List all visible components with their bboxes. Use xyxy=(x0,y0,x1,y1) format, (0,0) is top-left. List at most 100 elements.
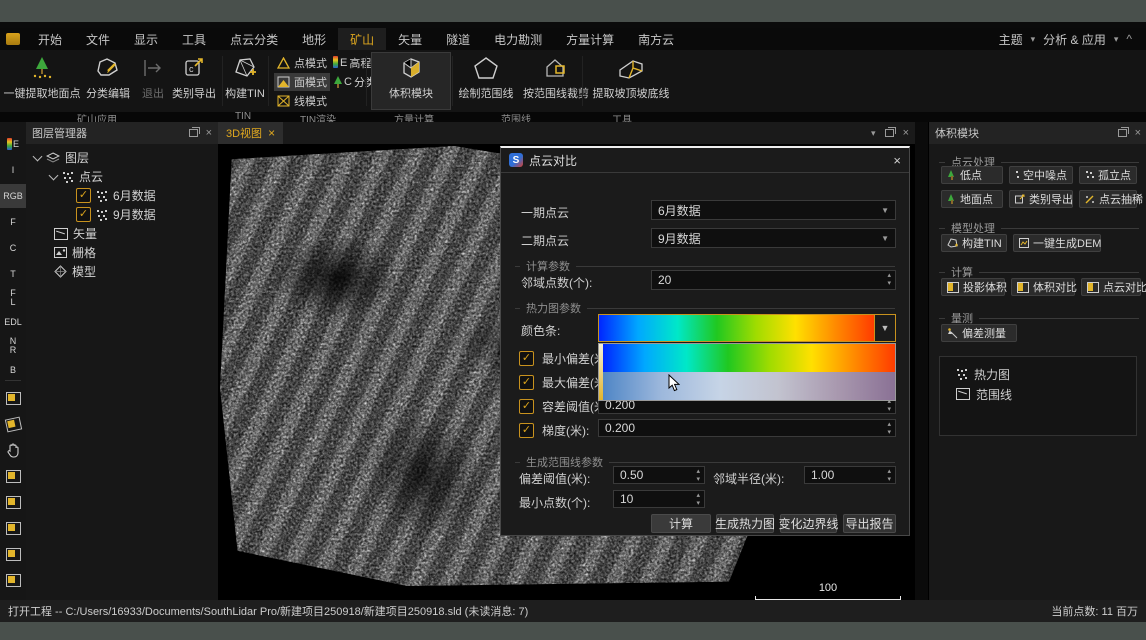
mode-fl-button[interactable]: F L xyxy=(0,286,26,310)
close-panel-icon[interactable]: × xyxy=(1135,128,1141,138)
mode-rgb-button[interactable]: RGB xyxy=(0,184,26,208)
tree-node-vector[interactable]: 矢量 xyxy=(54,224,97,243)
box-select-tool[interactable] xyxy=(0,386,26,410)
view-top-tool[interactable] xyxy=(0,464,26,488)
mode-edl-button[interactable]: EDL xyxy=(0,310,26,334)
radius-spinner[interactable]: 1.00 xyxy=(804,466,896,484)
menu-item-display[interactable]: 显示 xyxy=(122,28,170,51)
close-panel-icon[interactable]: × xyxy=(206,128,212,138)
line-mode-button[interactable]: 线模式 xyxy=(274,92,330,110)
menu-item-vector[interactable]: 矢量 xyxy=(386,28,434,51)
menu-item-tools[interactable]: 工具 xyxy=(170,28,218,51)
class-export-panel-button[interactable]: 类别导出 xyxy=(1009,190,1073,208)
tree-node-june-data[interactable]: ✓ 6月数据 xyxy=(76,186,156,205)
build-tin-button[interactable]: 构建TIN xyxy=(220,53,270,109)
pointcloud-compare-button[interactable]: 点云对比 xyxy=(1081,278,1141,296)
mode-nr-button[interactable]: N R xyxy=(0,334,26,358)
visibility-checkbox[interactable]: ✓ xyxy=(76,188,91,203)
mode-intensity-button[interactable]: I xyxy=(0,158,26,182)
gradient-checkbox[interactable]: ✓ xyxy=(519,423,534,438)
view-iso-tool[interactable] xyxy=(0,568,26,592)
tab-list-icon[interactable]: ▾ xyxy=(871,128,876,139)
tree-node-model[interactable]: 模型 xyxy=(54,262,96,281)
build-tin-panel-button[interactable]: 构建TIN xyxy=(941,234,1007,252)
menu-item-south-cloud[interactable]: 南方云 xyxy=(626,28,686,51)
menu-item-tunnel[interactable]: 隧道 xyxy=(434,28,482,51)
min-deviation-checkbox[interactable]: ✓ xyxy=(519,351,534,366)
dice-view-tool[interactable] xyxy=(0,412,26,436)
close-view-icon[interactable]: × xyxy=(903,128,909,138)
colorbar-combo[interactable]: ▼ xyxy=(598,314,896,342)
isolated-points-button[interactable]: 孤立点 xyxy=(1079,166,1137,184)
tree-node-raster[interactable]: 栅格 xyxy=(54,243,96,262)
low-points-button[interactable]: 低点 xyxy=(941,166,1003,184)
view-front-tool[interactable] xyxy=(0,490,26,514)
tolerance-checkbox[interactable]: ✓ xyxy=(519,399,534,414)
view-back-tool[interactable] xyxy=(0,542,26,566)
export-report-button[interactable]: 导出报告 xyxy=(843,514,896,533)
tree-node-september-data[interactable]: ✓ 9月数据 xyxy=(76,205,156,224)
dialog-titlebar[interactable]: S 点云对比 × xyxy=(501,148,909,173)
result-item-heatmap[interactable]: 热力图 xyxy=(956,365,1010,383)
phase1-combo[interactable]: 6月数据▼ xyxy=(651,200,896,220)
gradient-spinner[interactable]: 0.200 xyxy=(598,419,896,437)
tree-node-pointcloud[interactable]: 点云 xyxy=(50,167,103,186)
deviation-measure-button[interactable]: 偏差测量 xyxy=(941,324,1017,342)
float-panel-icon[interactable] xyxy=(1118,129,1127,137)
menu-item-file[interactable]: 文件 xyxy=(74,28,122,51)
mode-f-button[interactable]: F xyxy=(0,210,26,234)
projection-volume-button[interactable]: 投影体积 xyxy=(941,278,1005,296)
result-listbox[interactable]: 热力图 范围线 xyxy=(939,356,1137,436)
max-deviation-checkbox[interactable]: ✓ xyxy=(519,375,534,390)
tab-3d-view[interactable]: 3D视图 × xyxy=(218,122,283,144)
mode-classification-button[interactable]: C xyxy=(0,236,26,260)
calculate-button[interactable]: 计算 xyxy=(651,514,711,533)
extract-slope-button[interactable]: 提取坡顶坡底线 xyxy=(588,53,674,109)
thin-pointcloud-button[interactable]: 点云抽稀 xyxy=(1079,190,1137,208)
face-mode-button[interactable]: 面模式 xyxy=(274,73,330,91)
min-points-spinner[interactable]: 10 xyxy=(613,490,705,508)
neighbor-points-spinner[interactable]: 20 xyxy=(651,270,896,290)
expander-icon[interactable] xyxy=(33,151,43,161)
ground-points-button[interactable]: 地面点 xyxy=(941,190,1003,208)
visibility-checkbox[interactable]: ✓ xyxy=(76,207,91,222)
menu-item-pointcloud-classify[interactable]: 点云分类 xyxy=(218,28,290,51)
colormap-option-blue-gray-purple[interactable] xyxy=(603,372,895,400)
analysis-apps-menu[interactable]: 分析 & 应用 xyxy=(1039,29,1110,50)
class-export-button[interactable]: c 类别导出 xyxy=(168,53,220,109)
collapse-ribbon-icon[interactable]: ^ xyxy=(1122,30,1136,48)
volume-module-button[interactable]: 体积模块 xyxy=(372,53,450,109)
colormap-option-jet[interactable] xyxy=(603,344,895,372)
point-mode-button[interactable]: 点模式 xyxy=(274,54,330,72)
phase2-combo[interactable]: 9月数据▼ xyxy=(651,228,896,248)
extract-ground-button[interactable]: 一键提取地面点 xyxy=(4,53,80,109)
menu-item-mine[interactable]: 矿山 xyxy=(338,28,386,51)
menu-item-power-survey[interactable]: 电力勘测 xyxy=(482,28,554,51)
pan-tool[interactable] xyxy=(0,438,26,462)
tree-node-layers[interactable]: 图层 xyxy=(34,148,89,167)
air-noise-button[interactable]: 空中噪点 xyxy=(1009,166,1073,184)
dev-threshold-spinner[interactable]: 0.50 xyxy=(613,466,705,484)
change-boundary-button[interactable]: 变化边界线 xyxy=(780,514,837,533)
classify-edit-button[interactable]: 分类编辑 xyxy=(82,53,134,109)
generate-heatmap-button[interactable]: 生成热力图 xyxy=(716,514,774,533)
float-panel-icon[interactable] xyxy=(189,129,198,137)
dialog-close-icon[interactable]: × xyxy=(893,153,901,168)
menu-item-start[interactable]: 开始 xyxy=(26,28,74,51)
mode-time-button[interactable]: T xyxy=(0,262,26,286)
colorbar-dropdown-icon[interactable]: ▼ xyxy=(874,315,895,341)
view-side-tool[interactable] xyxy=(0,516,26,540)
float-view-icon[interactable] xyxy=(885,129,894,137)
menu-item-terrain[interactable]: 地形 xyxy=(290,28,338,51)
expander-icon[interactable] xyxy=(49,170,59,180)
one-click-dem-button[interactable]: 一键生成DEM xyxy=(1013,234,1101,252)
result-item-rangeline[interactable]: 范围线 xyxy=(956,385,1012,403)
exit-button[interactable]: 退出 xyxy=(136,53,170,109)
tab-close-icon[interactable]: × xyxy=(268,126,275,140)
mode-elevation-button[interactable]: E xyxy=(0,132,26,156)
draw-range-button[interactable]: 绘制范围线 xyxy=(455,53,517,109)
mode-b-button[interactable]: B xyxy=(0,358,26,382)
menu-item-volume-calc[interactable]: 方量计算 xyxy=(554,28,626,51)
colorbar-dropdown-list[interactable] xyxy=(598,343,896,401)
volume-compare-button[interactable]: 体积对比 xyxy=(1011,278,1075,296)
